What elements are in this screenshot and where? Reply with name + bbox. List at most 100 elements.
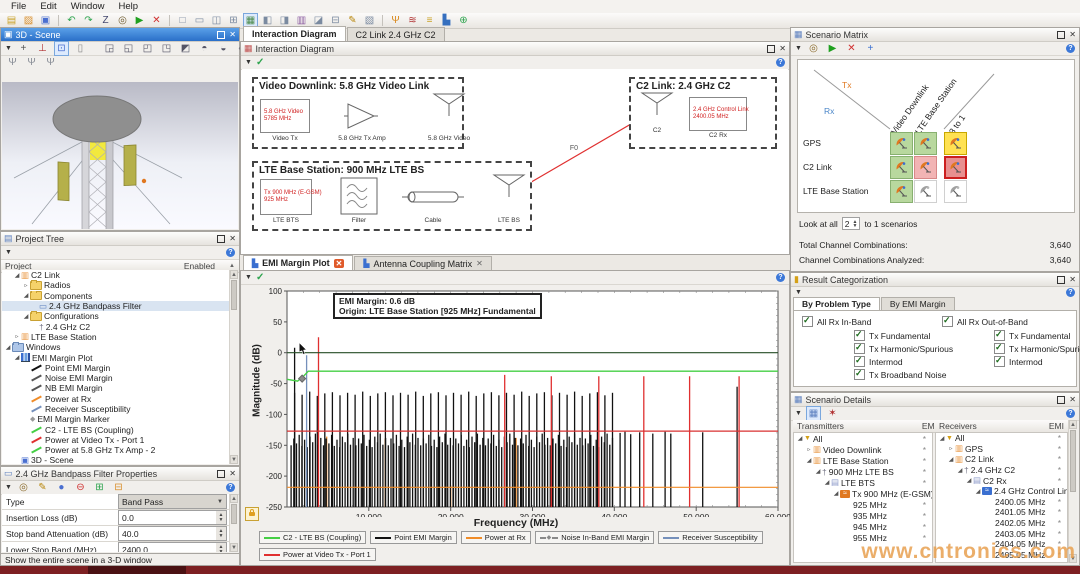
video-tx-radio[interactable]: 5.8 GHz Video 5785 MHz [260, 99, 310, 133]
find-props-icon[interactable]: ◎ [16, 480, 31, 495]
refresh-matrix-icon[interactable]: ◎ [806, 41, 821, 56]
checkbox-all-rx-out-of-band[interactable]: All Rx Out-of-Band [942, 316, 1028, 327]
right-view-icon[interactable]: ◩ [178, 41, 193, 56]
chevron-down-icon[interactable]: ▼ [245, 59, 252, 66]
collapse-icon[interactable]: ◢ [13, 354, 21, 361]
checkbox-icon[interactable] [942, 316, 953, 327]
collapse-icon[interactable]: ◢ [938, 435, 946, 442]
abort-matrix-icon[interactable]: ✕ [844, 41, 859, 56]
close-icon[interactable]: ✕ [229, 31, 236, 39]
emi-margin-chart[interactable]: 100500-50-100-150-200-25010,00020,00030,… [241, 285, 791, 517]
collapse-icon[interactable]: ◢ [22, 313, 30, 320]
front-view-icon[interactable]: ◱ [121, 41, 136, 56]
open-project-icon[interactable]: ▨ [21, 13, 36, 28]
tree-item-935-mhz[interactable]: 935 MHz* [794, 510, 932, 521]
legend-point-emi-margin[interactable]: Point EMI Margin [370, 531, 457, 544]
top-view-icon[interactable]: ◓ [197, 41, 212, 56]
lte-antenna-symbol[interactable] [492, 173, 526, 199]
help-icon[interactable]: ? [226, 248, 235, 257]
type-select[interactable]: Band Pass▼ [118, 494, 227, 509]
expand-icon[interactable]: ▹ [805, 446, 813, 453]
checkbox-tx-broadband-noise[interactable]: Tx Broadband Noise [854, 369, 947, 380]
tree-item-3d-scene[interactable]: ▣3D - Scene [2, 455, 229, 464]
scenario-matrix-grid[interactable]: TxRxVideo DownlinkLTE Base Station3 to 1… [797, 59, 1075, 213]
bottom-view-icon[interactable]: ◒ [216, 41, 231, 56]
tree-item-gps[interactable]: ▹▥GPS* [936, 444, 1067, 455]
window-tile-icon[interactable]: ⊞ [226, 13, 241, 28]
tree-item-2403-05-mhz[interactable]: 2403.05 MHz* [936, 528, 1067, 539]
cable-symbol[interactable] [402, 189, 464, 205]
receivers-label[interactable]: Receivers [939, 421, 977, 431]
antenna-view-icon[interactable]: ✶ [825, 406, 840, 421]
result-tab-antenna-coupling-matrix[interactable]: ▙Antenna Coupling Matrix✕ [354, 256, 491, 270]
tree-item-receiver-susceptibility[interactable]: Receiver Susceptibility [2, 404, 229, 414]
edit-props-icon[interactable]: ✎ [35, 480, 50, 495]
tree-item-2-4-ghz-control-link[interactable]: ◢≈2.4 GHz Control Link* [936, 486, 1067, 497]
scenario-count-spinner[interactable]: 2 ▲▼ [842, 217, 861, 230]
fit-view-icon[interactable]: ⊡ [54, 41, 69, 56]
tree-item-point-emi-margin[interactable]: Point EMI Margin [2, 363, 229, 373]
legend-power-at-rx[interactable]: Power at Rx [461, 531, 531, 544]
left-view-icon[interactable]: ◳ [159, 41, 174, 56]
tree-item-2-4-ghz-c2[interactable]: ◢†2.4 GHz C2* [936, 465, 1067, 476]
c2-antenna-symbol[interactable] [640, 91, 674, 117]
refresh-icon[interactable]: ⊕ [456, 13, 471, 28]
tree-item-lte-base-station[interactable]: ◢▥LTE Base Station* [794, 455, 932, 466]
scenario-details-titlebar[interactable]: ▦ Scenario Details ✕ [791, 393, 1079, 407]
project-tree-titlebar[interactable]: ▤ Project Tree ✕ [1, 232, 239, 246]
checkbox-tx-harmonic-spurious[interactable]: Tx Harmonic/Spurious [854, 343, 953, 354]
checkbox-intermod[interactable]: Intermod [994, 356, 1043, 367]
tree-item-c2-link[interactable]: ◢▥C2 Link* [936, 454, 1067, 465]
menu-file[interactable]: File [4, 1, 33, 12]
antenna-1-icon[interactable]: Ψ [5, 55, 20, 70]
scroll-up-icon[interactable]: ▲ [230, 494, 238, 503]
scroll-up-icon[interactable]: ▲ [1069, 420, 1077, 429]
sort-icon[interactable]: ▲ [229, 263, 235, 269]
legend-power-at-video-tx-port-1[interactable]: Power at Video Tx - Port 1 [259, 548, 376, 561]
matrix-cell-gps-x-lte-base-station[interactable] [914, 132, 937, 155]
checkbox-intermod[interactable]: Intermod [854, 356, 903, 367]
chevron-down-icon[interactable]: ▼ [795, 289, 802, 296]
collapse-icon[interactable]: ◢ [4, 344, 12, 351]
view-notes-icon[interactable]: ▧ [362, 13, 377, 28]
tree-item-power-at-rx[interactable]: Power at Rx [2, 394, 229, 404]
new-file-icon[interactable]: ▤ [4, 13, 19, 28]
checkbox-tx-fundamental[interactable]: Tx Fundamental [854, 330, 930, 341]
info-icon[interactable]: ● [54, 480, 69, 495]
close-icon[interactable]: ✕ [229, 470, 236, 478]
chevron-down-icon[interactable]: ▼ [5, 45, 12, 52]
matrix-cell-gps-x-3-to-1[interactable] [944, 132, 967, 155]
matrix-cell-gps-x-video-downlink[interactable] [890, 132, 913, 155]
collapse-icon[interactable]: ◢ [22, 292, 30, 299]
save-icon[interactable]: ▣ [38, 13, 53, 28]
antenna-3-icon[interactable]: Ψ [43, 55, 58, 70]
chevron-down-icon[interactable]: ▼ [5, 249, 12, 256]
remove-table-icon[interactable]: ⊟ [111, 480, 126, 495]
float-icon[interactable] [1057, 396, 1065, 404]
tree-item-all[interactable]: ◢▼All* [794, 433, 932, 444]
close-icon[interactable]: ✕ [229, 235, 236, 243]
edit-pencil-icon[interactable]: ✎ [345, 13, 360, 28]
menu-help[interactable]: Help [111, 1, 145, 12]
emi-margin-icon[interactable]: ≋ [405, 13, 420, 28]
lock-icon[interactable] [245, 507, 259, 521]
expand-icon[interactable]: ▹ [947, 445, 955, 452]
find-icon[interactable]: ◎ [115, 13, 130, 28]
matrix-cell-lte-base-station-x-3-to-1[interactable] [944, 180, 967, 203]
window-new-icon[interactable]: □ [175, 13, 190, 28]
doc-tab-c2-link-2-4-ghz-c2[interactable]: C2 Link 2.4 GHz C2 [347, 27, 445, 41]
emi-column-label[interactable]: EMI [1049, 421, 1064, 431]
window-cascade-icon[interactable]: ◫ [209, 13, 224, 28]
chevron-down-icon[interactable]: ▼ [5, 484, 12, 491]
results-plot-icon[interactable]: ▙ [439, 13, 454, 28]
ruler-icon[interactable]: ▯ [73, 41, 88, 56]
tree-item-900-mhz-lte-bs[interactable]: ◢†900 MHz LTE BS* [794, 466, 932, 477]
expand-matrix-icon[interactable]: + [863, 41, 878, 56]
collapse-icon[interactable]: ◢ [13, 272, 21, 279]
checkbox-icon[interactable] [854, 330, 865, 341]
checkbox-icon[interactable] [854, 369, 865, 380]
float-icon[interactable] [767, 45, 775, 53]
axes-icon[interactable]: ⊥ [35, 41, 50, 56]
collapse-icon[interactable]: ◢ [832, 490, 840, 497]
tab-by-emi-margin[interactable]: By EMI Margin [881, 297, 955, 310]
